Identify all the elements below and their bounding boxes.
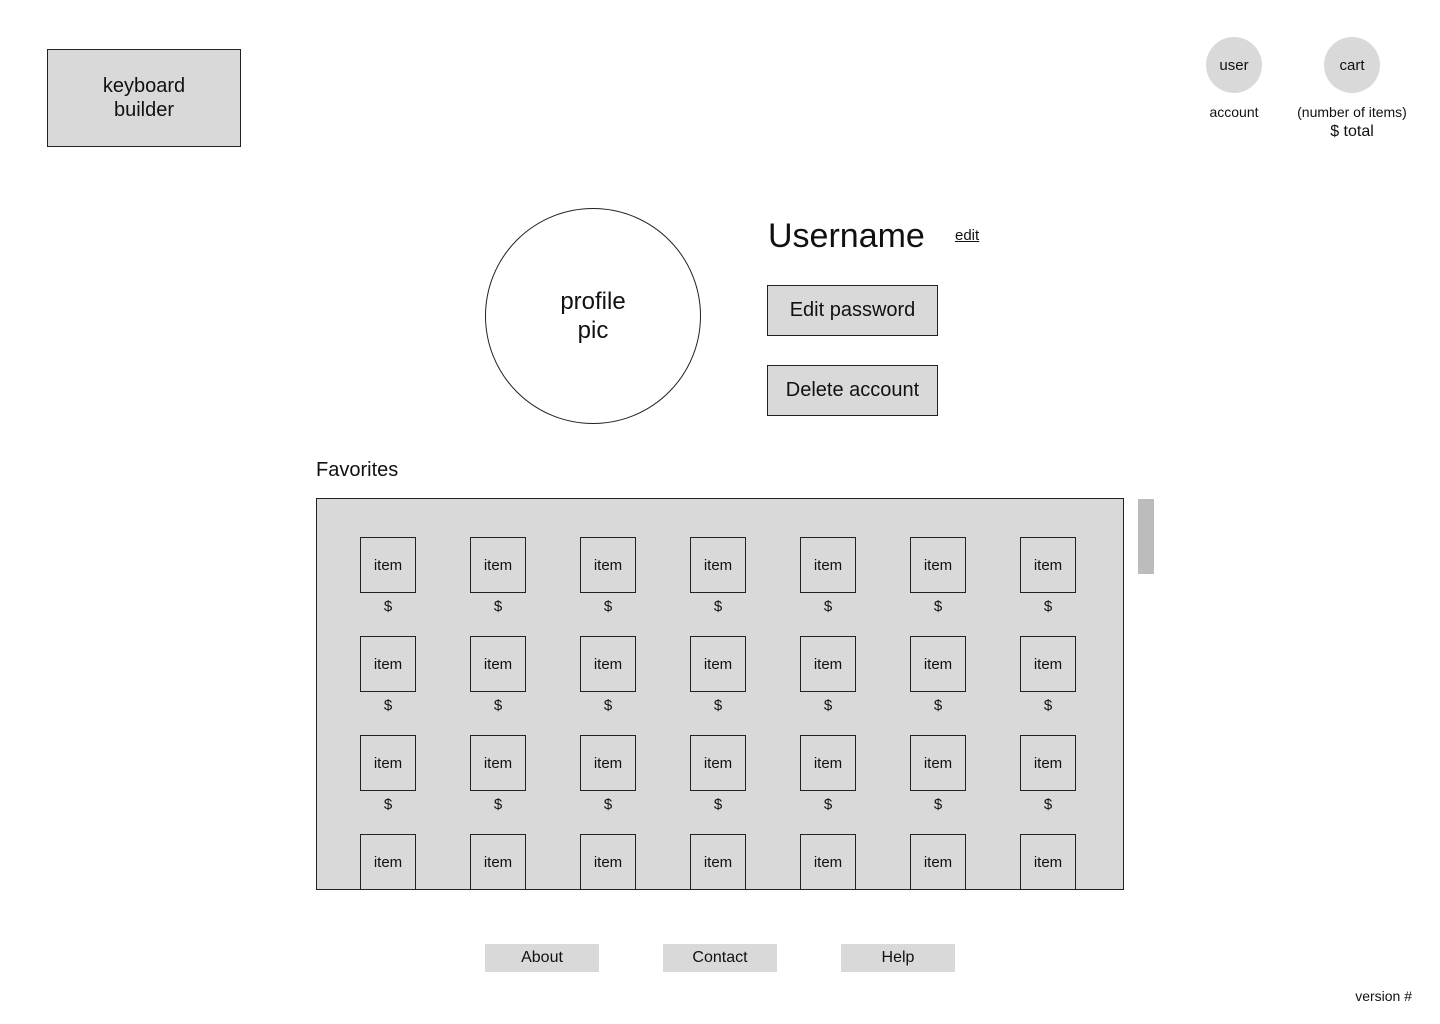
favorite-item-thumbnail[interactable]: item — [470, 834, 526, 889]
favorite-item-thumbnail[interactable]: item — [800, 735, 856, 791]
favorite-item[interactable]: item $ — [800, 735, 856, 813]
favorite-item-thumbnail[interactable]: item — [580, 537, 636, 593]
favorite-item-thumbnail[interactable]: item — [690, 537, 746, 593]
favorite-item[interactable]: item $ — [360, 735, 416, 813]
username: Username — [768, 217, 925, 255]
favorite-item[interactable]: item — [910, 834, 966, 889]
cart-icon[interactable]: cart — [1324, 37, 1380, 93]
cart-total: $ total — [1330, 123, 1374, 140]
footer-contact-button[interactable]: Contact — [663, 944, 777, 972]
favorite-item-thumbnail[interactable]: item — [1020, 537, 1076, 593]
favorite-item[interactable]: item $ — [1020, 636, 1076, 714]
favorite-item[interactable]: item $ — [800, 537, 856, 615]
logo-text: keyboard builder — [102, 75, 186, 121]
profile-pic-text: profile pic — [560, 288, 626, 344]
favorite-item-thumbnail[interactable]: item — [580, 834, 636, 889]
favorite-item-thumbnail[interactable]: item — [1020, 636, 1076, 692]
favorite-item-thumbnail[interactable]: item — [360, 636, 416, 692]
favorite-item-thumbnail[interactable]: item — [360, 834, 416, 889]
favorite-item[interactable]: item $ — [470, 735, 526, 813]
favorite-item-thumbnail[interactable]: item — [800, 636, 856, 692]
footer-contact-label: Contact — [692, 949, 748, 966]
favorite-item[interactable]: item $ — [690, 636, 746, 714]
delete-account-label: Delete account — [785, 379, 920, 401]
favorite-item[interactable]: item $ — [360, 636, 416, 714]
edit-username-link[interactable]: edit — [955, 227, 979, 244]
favorite-item[interactable]: item $ — [580, 735, 636, 813]
favorite-item-thumbnail[interactable]: item — [470, 735, 526, 791]
account-label[interactable]: account — [1184, 104, 1284, 120]
favorites-grid: item $ item $ item $ item $ item $ item $ item $ item $… — [360, 537, 1076, 889]
profile-pic[interactable]: profile pic — [485, 208, 701, 424]
favorite-item-thumbnail[interactable]: item — [360, 537, 416, 593]
favorite-item[interactable]: item — [580, 834, 636, 889]
favorite-item-thumbnail[interactable]: item — [910, 636, 966, 692]
footer-about-button[interactable]: About — [485, 944, 599, 972]
favorites-scrollbar[interactable] — [1138, 499, 1154, 574]
favorite-item[interactable]: item $ — [910, 636, 966, 714]
favorite-item[interactable]: item — [1020, 834, 1076, 889]
favorite-item[interactable]: item $ — [1020, 735, 1076, 813]
favorite-item-thumbnail[interactable]: item — [800, 537, 856, 593]
edit-password-label: Edit password — [789, 299, 916, 321]
favorite-item-thumbnail[interactable]: item — [470, 636, 526, 692]
favorite-item[interactable]: item $ — [690, 735, 746, 813]
user-icon[interactable]: user — [1206, 37, 1262, 93]
favorite-item[interactable]: item $ — [470, 636, 526, 714]
favorite-item-thumbnail[interactable]: item — [690, 834, 746, 889]
favorite-item-thumbnail[interactable]: item — [470, 537, 526, 593]
favorite-item-thumbnail[interactable]: item — [360, 735, 416, 791]
favorite-item-thumbnail[interactable]: item — [1020, 834, 1076, 889]
user-icon-label: user — [1219, 56, 1249, 74]
footer-help-label: Help — [881, 949, 915, 966]
version-label: version # — [1355, 988, 1412, 1004]
logo[interactable]: keyboard builder — [47, 49, 241, 147]
favorite-item[interactable]: item $ — [910, 537, 966, 615]
edit-password-button[interactable]: Edit password — [767, 285, 938, 336]
footer-about-label: About — [521, 949, 563, 966]
favorites-panel[interactable]: item $ item $ item $ item $ item $ item $ item $ item $… — [316, 498, 1124, 890]
favorite-item-thumbnail[interactable]: item — [690, 636, 746, 692]
favorite-item[interactable]: item $ — [1020, 537, 1076, 615]
favorite-item-thumbnail[interactable]: item — [910, 834, 966, 889]
favorite-item[interactable]: item $ — [470, 537, 526, 615]
favorite-item-thumbnail[interactable]: item — [690, 735, 746, 791]
favorite-item-thumbnail[interactable]: item — [910, 735, 966, 791]
favorite-item-thumbnail[interactable]: item — [580, 735, 636, 791]
favorite-item-thumbnail[interactable]: item — [910, 537, 966, 593]
favorite-item-thumbnail[interactable]: item — [800, 834, 856, 889]
cart-count: (number of items) — [1297, 104, 1407, 120]
favorite-item[interactable]: item — [470, 834, 526, 889]
favorite-item[interactable]: item $ — [580, 537, 636, 615]
favorites-title: Favorites — [316, 459, 399, 481]
footer-help-button[interactable]: Help — [841, 944, 955, 972]
delete-account-button[interactable]: Delete account — [767, 365, 938, 416]
favorite-item[interactable]: item $ — [360, 537, 416, 615]
favorite-item[interactable]: item — [360, 834, 416, 889]
cart-icon-label: cart — [1339, 56, 1365, 74]
favorite-item[interactable]: item $ — [580, 636, 636, 714]
favorite-item[interactable]: item $ — [910, 735, 966, 813]
favorite-item[interactable]: item $ — [690, 537, 746, 615]
favorite-item[interactable]: item $ — [800, 636, 856, 714]
favorite-item-thumbnail[interactable]: item — [1020, 735, 1076, 791]
favorite-item[interactable]: item — [800, 834, 856, 889]
favorite-item[interactable]: item — [690, 834, 746, 889]
favorite-item-thumbnail[interactable]: item — [580, 636, 636, 692]
